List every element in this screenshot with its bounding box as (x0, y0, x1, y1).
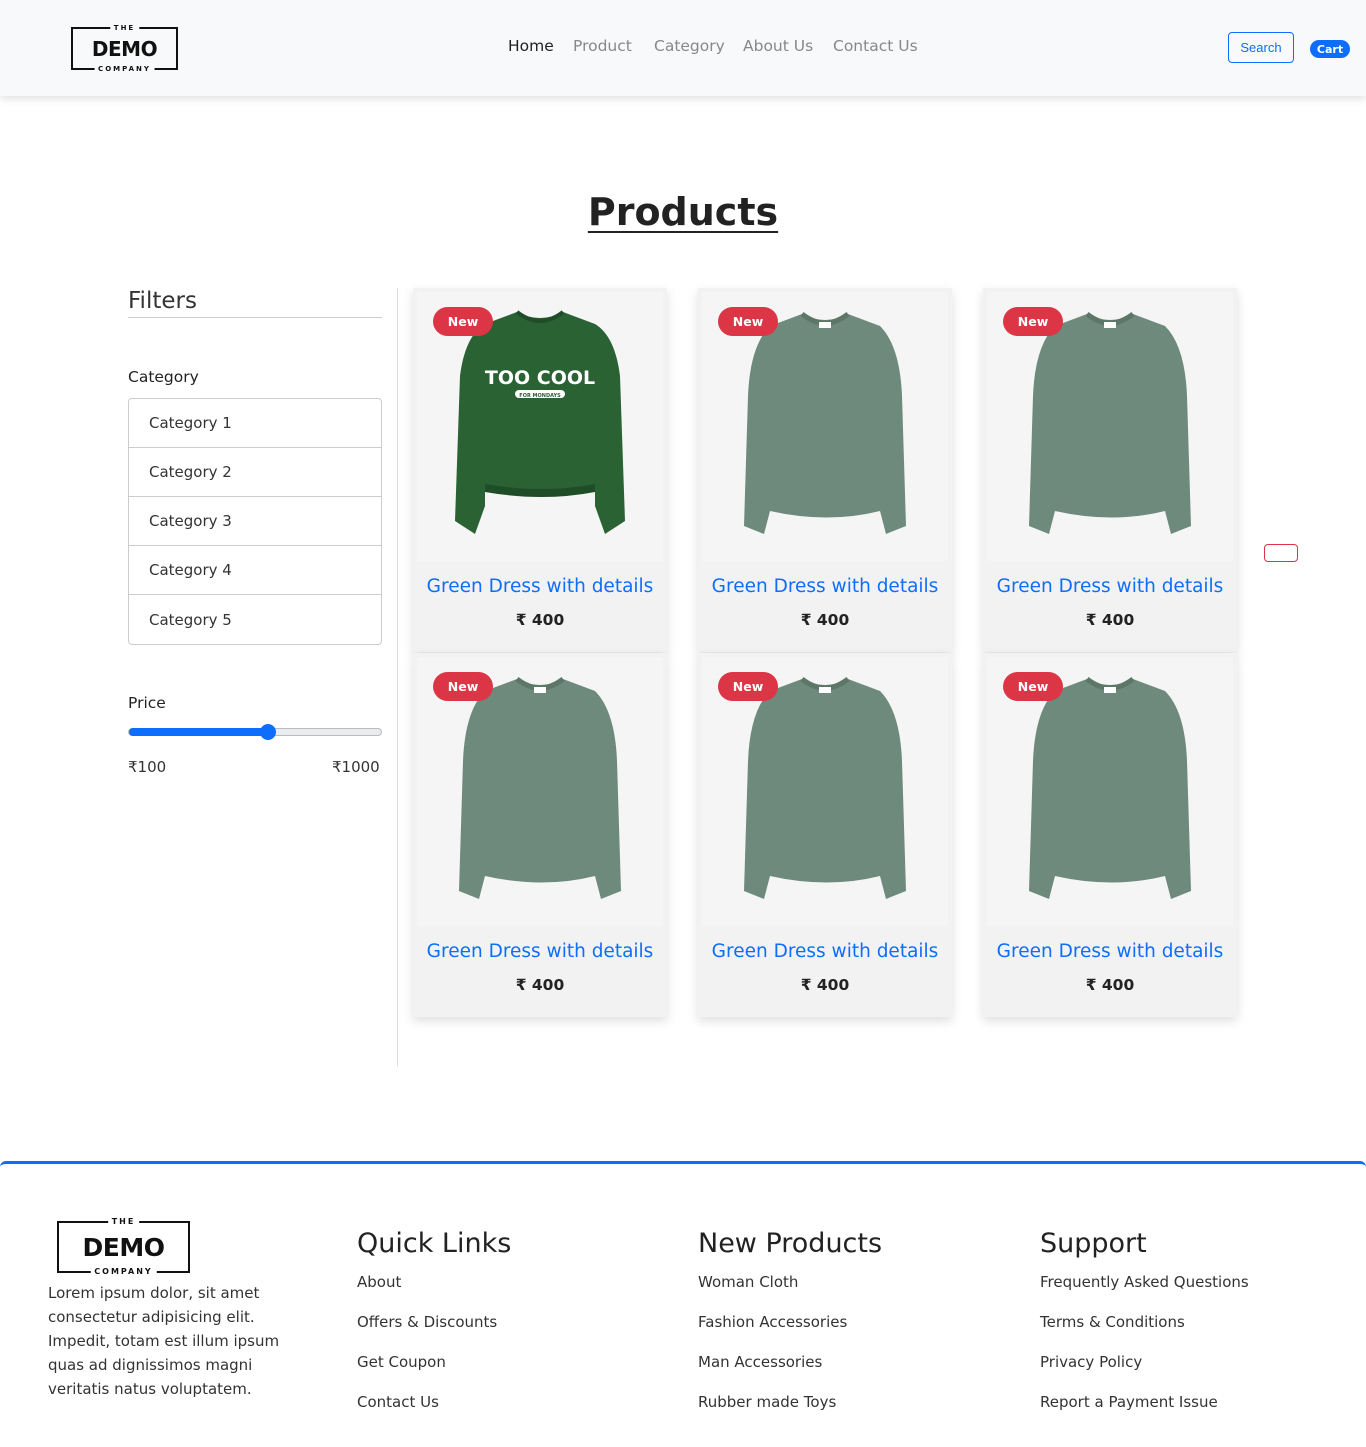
nav-link-home[interactable]: Home (508, 37, 554, 55)
product-image[interactable]: New (987, 292, 1233, 561)
footer-link-man-accessories[interactable]: Man Accessories (698, 1351, 882, 1391)
category-item-4[interactable]: Category 4 (129, 546, 381, 595)
category-item-1[interactable]: Category 1 (129, 399, 381, 448)
sage-sweater-image (459, 676, 621, 899)
price-slider-thumb[interactable] (259, 724, 276, 740)
product-name[interactable]: Green Dress with details (698, 576, 952, 597)
sweatshirt-print-line1: TOO COOL (485, 367, 595, 389)
search-button[interactable]: Search (1228, 32, 1294, 63)
footer-brand-logo[interactable]: THE DEMO COMPANY (57, 1218, 190, 1276)
footer-link-privacy[interactable]: Privacy Policy (1040, 1351, 1249, 1391)
footer-heading: Quick Links (357, 1228, 512, 1259)
price-slider[interactable] (128, 724, 382, 740)
footer-link-rubber-toys[interactable]: Rubber made Toys (698, 1391, 882, 1431)
product-image[interactable]: New (417, 657, 663, 926)
product-name[interactable]: Green Dress with details (413, 576, 667, 597)
product-image[interactable]: New (702, 292, 948, 561)
filters-title: Filters (128, 288, 197, 314)
price-filter-label: Price (128, 694, 166, 712)
footer-link-coupon[interactable]: Get Coupon (357, 1351, 511, 1391)
footer-logo-main-text: DEMO (82, 1232, 165, 1262)
product-card[interactable]: New TOO COOL FOR MONDAYS Green Dress wit… (413, 288, 667, 652)
green-sweatshirt-image: TOO COOL FOR MONDAYS (455, 310, 625, 534)
footer-about-text: Lorem ipsum dolor, sit amet consectetur … (48, 1284, 280, 1398)
category-list: Category 1 Category 2 Category 3 Categor… (128, 398, 382, 645)
product-card[interactable]: New Green Dress with details ₹ 400 (698, 288, 952, 652)
nav-link-product[interactable]: Product (573, 37, 632, 55)
footer-column-quick-links: Quick Links About Offers & Discounts Get… (357, 1228, 511, 1431)
sage-sweater-image (1029, 676, 1191, 899)
main-nav: Home Product Category About Us Contact U… (0, 37, 1366, 59)
footer-link-terms[interactable]: Terms & Conditions (1040, 1311, 1249, 1351)
price-min-label: ₹100 (128, 758, 167, 776)
cart-button[interactable]: Cart (1310, 40, 1350, 58)
footer-column-new-products: New Products Woman Cloth Fashion Accesso… (698, 1228, 882, 1431)
footer-link-woman-cloth[interactable]: Woman Cloth (698, 1271, 882, 1311)
category-item-3[interactable]: Category 3 (129, 497, 381, 546)
page-title-wrap: Products (0, 190, 1366, 234)
footer-heading: New Products (698, 1228, 883, 1259)
filters-vertical-divider (397, 288, 398, 1066)
product-name[interactable]: Green Dress with details (983, 941, 1237, 962)
product-name[interactable]: Green Dress with details (698, 941, 952, 962)
new-badge: New (433, 307, 493, 336)
nav-link-contact-us[interactable]: Contact Us (833, 37, 918, 55)
product-price: ₹ 400 (800, 976, 850, 994)
product-price: ₹ 400 (515, 611, 565, 629)
price-slider-fill (129, 728, 268, 736)
new-badge: New (718, 672, 778, 701)
sage-sweater-image (744, 676, 906, 899)
sweatshirt-print-line2: FOR MONDAYS (519, 393, 561, 399)
empty-outline-button[interactable] (1264, 544, 1298, 562)
footer-column-support: Support Frequently Asked Questions Terms… (1040, 1228, 1249, 1431)
footer-link-about[interactable]: About (357, 1271, 511, 1311)
new-badge: New (1003, 672, 1063, 701)
product-name[interactable]: Green Dress with details (983, 576, 1237, 597)
product-price: ₹ 400 (800, 611, 850, 629)
new-badge: New (718, 307, 778, 336)
footer-link-fashion-accessories[interactable]: Fashion Accessories (698, 1311, 882, 1351)
category-item-5[interactable]: Category 5 (129, 595, 381, 644)
product-name[interactable]: Green Dress with details (413, 941, 667, 962)
product-price: ₹ 400 (1085, 611, 1135, 629)
category-filter-label: Category (128, 368, 199, 386)
footer-link-payment-issue[interactable]: Report a Payment Issue (1040, 1391, 1249, 1431)
filters-divider (128, 317, 382, 318)
product-price: ₹ 400 (515, 976, 565, 994)
product-card[interactable]: New Green Dress with details ₹ 400 (413, 653, 667, 1017)
new-badge: New (1003, 307, 1063, 336)
footer-link-contact[interactable]: Contact Us (357, 1391, 511, 1431)
product-card[interactable]: New Green Dress with details ₹ 400 (698, 653, 952, 1017)
footer-logo-top-text: THE (107, 1218, 140, 1226)
footer-heading: Support (1040, 1228, 1147, 1259)
logo-top-text: THE (109, 24, 140, 32)
product-card[interactable]: New Green Dress with details ₹ 400 (983, 653, 1237, 1017)
new-badge: New (433, 672, 493, 701)
product-image[interactable]: New (702, 657, 948, 926)
product-price: ₹ 400 (1085, 976, 1135, 994)
page-title: Products (587, 190, 779, 234)
product-image[interactable]: New (987, 657, 1233, 926)
sage-sweater-image (744, 311, 906, 534)
footer-link-offers[interactable]: Offers & Discounts (357, 1311, 511, 1351)
footer-logo-bottom-text: COMPANY (90, 1268, 157, 1276)
navbar: THE DEMO COMPANY Home Product Category A… (0, 0, 1366, 96)
sage-sweater-image (1029, 311, 1191, 534)
product-image[interactable]: New TOO COOL FOR MONDAYS (417, 292, 663, 561)
nav-link-about-us[interactable]: About Us (743, 37, 813, 55)
footer-link-faq[interactable]: Frequently Asked Questions (1040, 1271, 1249, 1311)
nav-link-category[interactable]: Category (654, 37, 725, 55)
product-card[interactable]: New Green Dress with details ₹ 400 (983, 288, 1237, 652)
price-max-label: ₹1000 (332, 758, 380, 776)
logo-bottom-text: COMPANY (94, 65, 155, 73)
category-item-2[interactable]: Category 2 (129, 448, 381, 497)
